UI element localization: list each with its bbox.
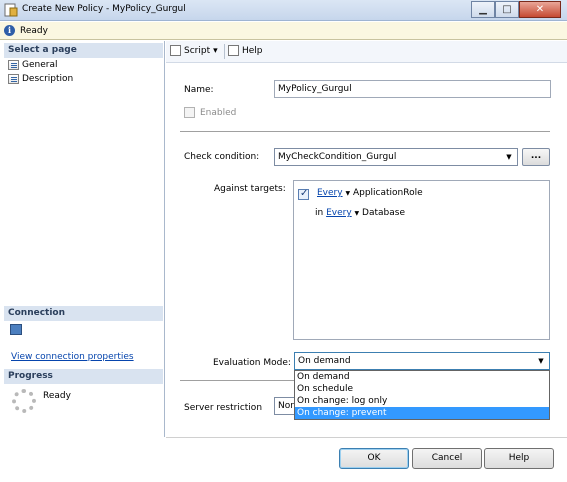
page-icon: [8, 74, 19, 84]
browse-condition-button[interactable]: ...: [522, 148, 550, 166]
target-prefix: in: [315, 208, 324, 218]
server-restriction-select[interactable]: Nor: [274, 397, 296, 415]
help-label: Help: [242, 45, 263, 56]
target-row-application-role: Every ▼ ApplicationRole: [317, 188, 423, 198]
help-icon: [228, 45, 239, 56]
status-text: Ready: [20, 26, 48, 36]
script-label: Script: [184, 45, 211, 56]
page-item-description[interactable]: Description: [8, 74, 73, 84]
name-input[interactable]: MyPolicy_Gurgul: [274, 80, 551, 98]
maximize-button[interactable]: □: [495, 1, 519, 18]
enabled-checkbox[interactable]: [184, 107, 195, 118]
divider: [180, 131, 550, 132]
progress-spinner-icon: [12, 389, 36, 413]
chevron-down-icon: ▼: [506, 153, 512, 161]
option-on-change-log-only[interactable]: On change: log only: [295, 395, 549, 407]
option-on-change-prevent[interactable]: On change: prevent: [295, 407, 549, 419]
info-icon: i: [4, 25, 15, 36]
target-object: Database: [362, 208, 405, 218]
evaluation-mode-select[interactable]: On demand ▼: [294, 352, 550, 370]
title-bar: Create New Policy - MyPolicy_Gurgul ▁ □ …: [0, 0, 567, 21]
option-on-schedule[interactable]: On schedule: [295, 383, 549, 395]
footer-divider: [166, 437, 567, 438]
connection-header: Connection: [4, 306, 163, 321]
check-condition-label: Check condition:: [184, 152, 260, 162]
evaluation-mode-label: Evaluation Mode:: [213, 358, 291, 368]
page-item-label: General: [22, 60, 58, 70]
toolbar-separator: [224, 44, 225, 59]
toolbar: Script ▾ Help: [166, 41, 567, 63]
chevron-down-icon: ▼: [538, 357, 544, 365]
status-bar: i Ready: [0, 22, 567, 40]
target-row-database: in Every ▼ Database: [315, 208, 405, 218]
name-label: Name:: [184, 85, 214, 95]
target-object: ApplicationRole: [352, 188, 423, 198]
chevron-down-icon[interactable]: ▼: [345, 190, 350, 197]
server-restriction-label: Server restriction: [184, 403, 263, 413]
target-checkbox[interactable]: [298, 188, 309, 200]
help-button[interactable]: Help: [484, 448, 554, 469]
check-condition-select[interactable]: MyCheckCondition_Gurgul ▼: [274, 148, 518, 166]
page-item-label: Description: [22, 74, 74, 84]
policy-app-icon: [4, 3, 18, 17]
close-button[interactable]: ✕: [519, 1, 561, 18]
every-link[interactable]: Every: [326, 208, 352, 218]
script-icon: [170, 45, 181, 56]
ok-button[interactable]: OK: [339, 448, 409, 469]
left-panel: Select a page General Description Connec…: [0, 41, 165, 437]
option-on-demand[interactable]: On demand: [295, 371, 549, 383]
evaluation-mode-value: On demand: [298, 356, 351, 366]
page-icon: [8, 60, 19, 70]
script-button[interactable]: Script ▾: [170, 45, 218, 56]
server-restriction-value: Nor: [278, 401, 294, 411]
view-connection-properties-link[interactable]: View connection properties: [11, 352, 134, 362]
every-link[interactable]: Every: [317, 188, 343, 198]
enabled-label: Enabled: [200, 108, 237, 118]
progress-text: Ready: [43, 391, 71, 401]
server-connection-icon: [10, 324, 22, 335]
window-controls: ▁ □ ✕: [471, 1, 561, 18]
select-page-header: Select a page: [4, 43, 163, 58]
evaluation-mode-dropdown: On demand On schedule On change: log onl…: [294, 370, 550, 420]
help-toolbar-button[interactable]: Help: [228, 45, 263, 56]
check-condition-value: MyCheckCondition_Gurgul: [278, 152, 397, 162]
minimize-button[interactable]: ▁: [471, 1, 495, 18]
against-targets-label: Against targets:: [214, 184, 286, 194]
cancel-button[interactable]: Cancel: [412, 448, 482, 469]
window-title: Create New Policy - MyPolicy_Gurgul: [22, 4, 186, 14]
chevron-down-icon[interactable]: ▼: [355, 210, 360, 217]
progress-header: Progress: [4, 369, 163, 384]
page-item-general[interactable]: General: [8, 60, 57, 70]
chevron-down-icon: ▾: [213, 45, 218, 56]
divider: [180, 380, 294, 381]
targets-panel: Every ▼ ApplicationRole in Every ▼ Datab…: [293, 180, 550, 340]
